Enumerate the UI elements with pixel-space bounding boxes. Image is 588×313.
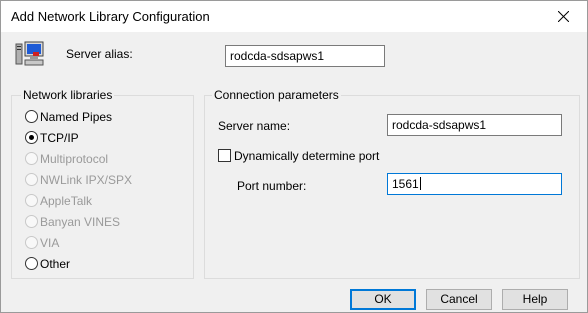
title-bar[interactable]: Add Network Library Configuration [1,1,587,32]
server-name-label: Server name: [218,119,291,133]
network-library-option-label: AppleTalk [40,194,93,208]
network-library-option-label[interactable]: Other [40,256,70,272]
network-library-option-label: Banyan VINES [40,215,121,229]
close-icon [558,11,569,22]
cancel-button[interactable]: Cancel [426,289,492,310]
connection-parameters-title: Connection parameters [212,88,341,102]
radio-selected-icon[interactable] [25,131,38,144]
server-name-input[interactable]: rodcda-sdsapws1 [387,114,562,136]
port-number-label: Port number: [237,179,307,193]
dynamic-port-checkbox[interactable] [218,149,231,162]
dynamic-port-label[interactable]: Dynamically determine port [234,149,379,163]
window-title: Add Network Library Configuration [11,9,210,24]
network-libraries-title: Network libraries [21,88,115,102]
server-alias-label: Server alias: [66,47,133,61]
network-library-option-label: NWLink IPX/SPX [40,173,133,187]
network-library-option-label: Multiprotocol [40,152,109,166]
radio-unselected-icon [25,152,38,165]
radio-unselected-icon [25,215,38,228]
help-button[interactable]: Help [502,289,568,310]
close-button[interactable] [541,1,587,32]
radio-unselected-icon [25,194,38,207]
port-number-value: 1561 [392,177,419,191]
radio-dot-icon [29,135,34,140]
radio-unselected-icon[interactable] [25,110,38,123]
dialog-window: Add Network Library Configuration Server… [0,0,588,313]
server-alias-input[interactable]: rodcda-sdsapws1 [225,45,385,67]
network-library-option-label[interactable]: Named Pipes [40,109,112,125]
network-library-option-label[interactable]: TCP/IP [40,130,79,146]
radio-unselected-icon [25,236,38,249]
port-number-input[interactable]: 1561 [387,173,562,195]
ok-button[interactable]: OK [350,289,416,310]
text-caret [419,177,421,190]
radio-unselected-icon [25,173,38,186]
network-library-option-label: VIA [40,236,60,250]
server-computer-icon [15,41,45,69]
radio-unselected-icon[interactable] [25,257,38,270]
